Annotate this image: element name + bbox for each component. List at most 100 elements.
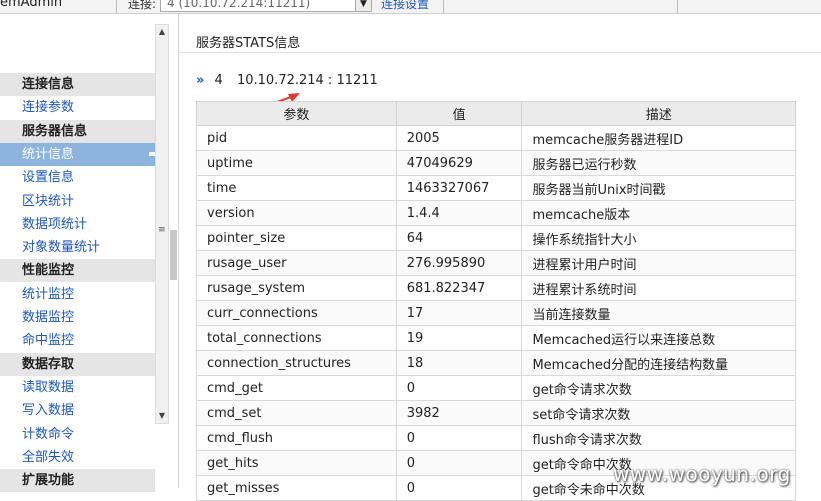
sidebar-item[interactable]: 对象数量统计 bbox=[0, 236, 155, 259]
toolbar-divider bbox=[443, 0, 444, 13]
connection-select-value: 4 (10.10.72.214:11211) bbox=[167, 0, 311, 10]
sidebar-section-header: 数据存取 bbox=[0, 352, 155, 376]
cell-param: cmd_get bbox=[196, 375, 397, 401]
table-row: cmd_get 0 get命令请求次数 bbox=[196, 375, 796, 401]
cell-description: 操作系统指针大小 bbox=[521, 225, 796, 251]
cell-value: 1463327067 bbox=[395, 175, 523, 201]
table-row: cmd_flush 0 flush命令请求次数 bbox=[196, 425, 796, 451]
cell-param: rusage_user bbox=[196, 250, 397, 276]
sidebar-item[interactable]: 计数命令 bbox=[0, 423, 155, 446]
cell-description: 进程累计系统时间 bbox=[521, 275, 796, 301]
cell-value: 0 bbox=[395, 475, 523, 501]
cell-description: memcache服务器进程ID bbox=[521, 125, 796, 151]
cell-value: 64 bbox=[395, 225, 523, 251]
watermark: www.wooyun.org bbox=[613, 462, 791, 486]
sidebar-item[interactable]: 统计监控 bbox=[0, 283, 155, 306]
connection-select[interactable]: 4 (10.10.72.214:11211) ▼ bbox=[160, 0, 372, 12]
table-header-row: 参数 值 描述 bbox=[196, 101, 796, 126]
cell-param: total_connections bbox=[196, 325, 397, 351]
chevron-down-icon[interactable]: ▼ bbox=[355, 0, 371, 11]
cell-param: pid bbox=[196, 125, 397, 151]
server-heading: » 4 10.10.72.214 : 11211 bbox=[196, 73, 378, 88]
top-toolbar: emAdmin 连接: 4 (10.10.72.214:11211) ▼ 连接设… bbox=[0, 0, 821, 14]
cell-description: set命令请求次数 bbox=[521, 400, 796, 426]
cell-param: uptime bbox=[196, 150, 397, 176]
toolbar-divider bbox=[677, 0, 678, 13]
scroll-grip-icon[interactable]: ≡ bbox=[158, 225, 166, 235]
cell-value: 276.995890 bbox=[395, 250, 523, 276]
scroll-up-icon[interactable]: ▲ bbox=[156, 25, 168, 39]
sidebar-item[interactable]: 数据项统计 bbox=[0, 213, 155, 236]
cell-value: 681.822347 bbox=[395, 275, 523, 301]
cell-value: 0 bbox=[395, 375, 523, 401]
sidebar-item[interactable]: 设置信息 bbox=[0, 166, 155, 189]
toolbar-divider bbox=[116, 0, 117, 13]
cell-description: 当前连接数量 bbox=[521, 300, 796, 326]
table-row: total_connections 19 Memcached运行以来连接总数 bbox=[196, 325, 796, 351]
sidebar-section-header: 扩展功能 bbox=[0, 469, 155, 493]
server-address: 10.10.72.214 : 11211 bbox=[236, 73, 378, 88]
table-row: version 1.4.4 memcache版本 bbox=[196, 200, 796, 226]
main-panel: 服务器STATS信息 » 4 10.10.72.214 : 11211 参数 值… bbox=[179, 14, 821, 501]
column-header-description: 描述 bbox=[521, 101, 796, 126]
stats-table: 参数 值 描述 pid 2005 memcache服务器进程ID uptime 4704… bbox=[196, 101, 796, 501]
connection-settings-link[interactable]: 连接设置 bbox=[381, 0, 429, 12]
cell-param: get_misses bbox=[196, 475, 397, 501]
table-row: curr_connections 17 当前连接数量 bbox=[196, 300, 796, 326]
table-row: pid 2005 memcache服务器进程ID bbox=[196, 125, 796, 151]
cell-param: time bbox=[196, 175, 397, 201]
cell-value: 17 bbox=[395, 300, 523, 326]
cell-param: curr_connections bbox=[196, 300, 397, 326]
cell-description: memcache版本 bbox=[521, 200, 796, 226]
sidebar-item[interactable]: 写入数据 bbox=[0, 399, 155, 422]
sidebar-item[interactable]: 命中监控 bbox=[0, 329, 155, 352]
connection-label: 连接: bbox=[128, 0, 157, 11]
title-divider bbox=[179, 52, 821, 53]
cell-value: 1.4.4 bbox=[395, 200, 523, 226]
table-row: pointer_size 64 操作系统指针大小 bbox=[196, 225, 796, 251]
cell-value: 0 bbox=[395, 450, 523, 476]
scroll-down-icon[interactable]: ▼ bbox=[156, 409, 168, 423]
sidebar-nav: 连接信息 连接参数 服务器信息 统计信息 设置信息 区块统计 数据项统计 对象数量统计 性能监控… bbox=[0, 14, 155, 493]
table-row: connection_structures 18 Memcached分配的连接结构数… bbox=[196, 350, 796, 376]
sidebar-item[interactable]: 读取数据 bbox=[0, 376, 155, 399]
cell-value: 47049629 bbox=[395, 150, 523, 176]
sidebar-section-header: 性能监控 bbox=[0, 259, 155, 283]
panel-scrollbar-thumb[interactable] bbox=[170, 230, 177, 280]
cell-description: 服务器已运行秒数 bbox=[521, 150, 796, 176]
cell-param: get_hits bbox=[196, 450, 397, 476]
cell-param: rusage_system bbox=[196, 275, 397, 301]
cell-param: connection_structures bbox=[196, 350, 397, 376]
cell-description: Memcached分配的连接结构数量 bbox=[521, 350, 796, 376]
cell-value: 18 bbox=[395, 350, 523, 376]
cell-param: pointer_size bbox=[196, 225, 397, 251]
sidebar-item[interactable]: 全部失效 bbox=[0, 446, 155, 469]
column-header-param: 参数 bbox=[196, 101, 397, 126]
sidebar-item[interactable]: 连接参数 bbox=[0, 96, 155, 119]
sidebar-section-header: 连接信息 bbox=[0, 73, 155, 96]
table-row: cmd_set 3982 set命令请求次数 bbox=[196, 400, 796, 426]
cell-value: 3982 bbox=[395, 400, 523, 426]
page-title: 服务器STATS信息 bbox=[196, 36, 301, 51]
cell-description: get命令请求次数 bbox=[521, 375, 796, 401]
sidebar-item[interactable]: 区块统计 bbox=[0, 190, 155, 213]
cell-description: 服务器当前Unix时间戳 bbox=[521, 175, 796, 201]
cell-param: cmd_flush bbox=[196, 425, 397, 451]
cell-description: 进程累计用户时间 bbox=[521, 250, 796, 276]
cell-value: 0 bbox=[395, 425, 523, 451]
app-title: emAdmin bbox=[0, 0, 63, 10]
cell-description: Memcached运行以来连接总数 bbox=[521, 325, 796, 351]
server-id: 4 bbox=[214, 73, 223, 88]
column-header-value: 值 bbox=[395, 101, 523, 126]
sidebar-section-header: 服务器信息 bbox=[0, 119, 155, 143]
table-row: uptime 47049629 服务器已运行秒数 bbox=[196, 150, 796, 176]
sidebar-item[interactable]: 数据监控 bbox=[0, 306, 155, 329]
cell-param: version bbox=[196, 200, 397, 226]
sidebar-item[interactable]: 统计信息 bbox=[0, 142, 155, 166]
table-row: time 1463327067 服务器当前Unix时间戳 bbox=[196, 175, 796, 201]
table-row: rusage_system 681.822347 进程累计系统时间 bbox=[196, 275, 796, 301]
table-row: rusage_user 276.995890 进程累计用户时间 bbox=[196, 250, 796, 276]
cell-description: flush命令请求次数 bbox=[521, 425, 796, 451]
sidebar-scrollbar[interactable]: ▲ ≡ ▼ bbox=[155, 24, 169, 424]
cell-value: 2005 bbox=[395, 125, 523, 151]
